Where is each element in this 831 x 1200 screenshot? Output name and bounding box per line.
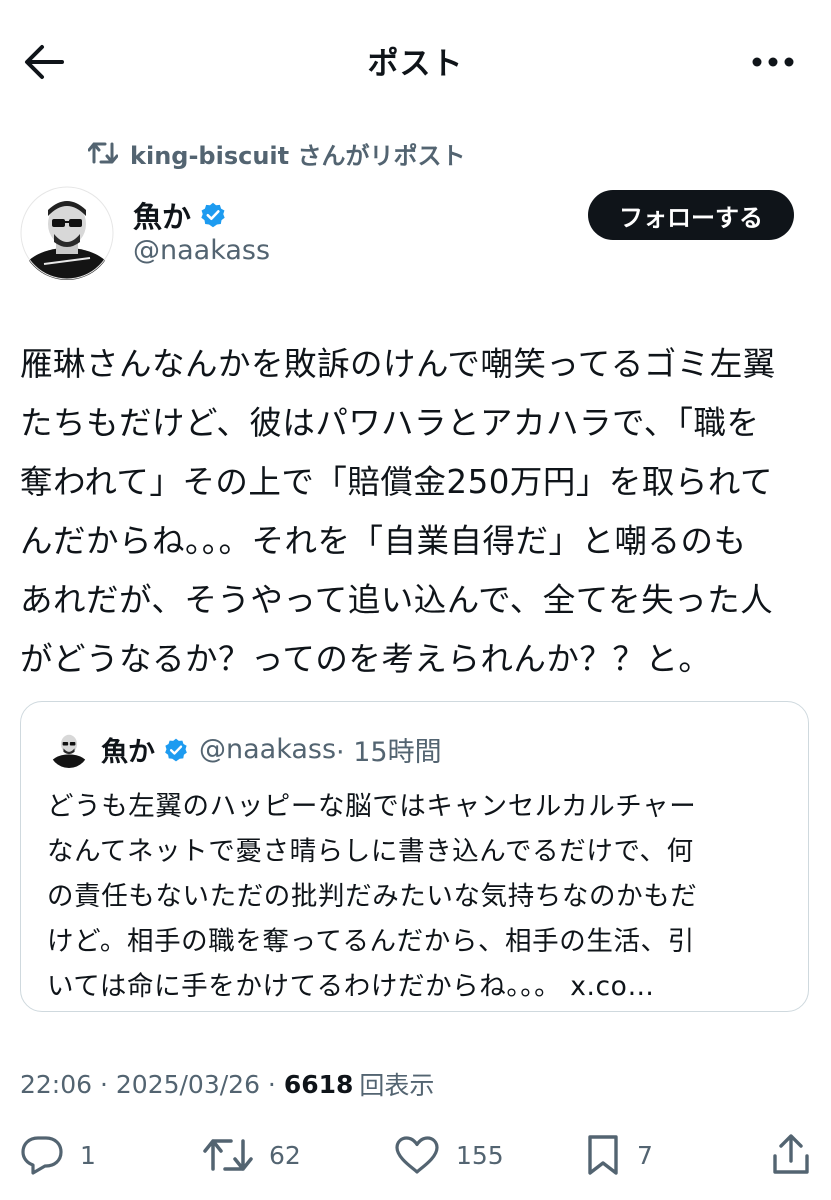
follow-button[interactable]: フォローする bbox=[588, 190, 794, 240]
more-icon bbox=[752, 57, 794, 67]
page-title: ポスト bbox=[367, 46, 464, 82]
quote-header: 魚か @naakass · 15時間 bbox=[101, 730, 442, 769]
views-label: 回表示 bbox=[359, 1071, 435, 1100]
meta-separator: · bbox=[259, 1069, 284, 1099]
repost-button[interactable]: 62 bbox=[203, 1132, 301, 1178]
verified-icon bbox=[201, 202, 225, 228]
bookmark-button[interactable]: 7 bbox=[585, 1132, 653, 1178]
repost-text: king-biscuit さんがリポスト bbox=[130, 141, 466, 170]
author-handle[interactable]: @naakass bbox=[133, 235, 270, 266]
tweet-text: 雁琳さんなんかを敗訴のけんで嘲笑ってるゴミ左翼 たちもだけど、彼はパワハラとアカ… bbox=[20, 345, 776, 678]
like-count: 155 bbox=[456, 1140, 504, 1170]
like-icon bbox=[395, 1136, 439, 1174]
like-button[interactable]: 155 bbox=[394, 1132, 504, 1178]
views-count[interactable]: 6618 bbox=[284, 1070, 354, 1099]
share-button[interactable] bbox=[772, 1132, 826, 1178]
quote-avatar-image bbox=[49, 728, 89, 768]
quote-text: どうも左翼のハッピーな脳ではキャンセルカルチャー なんてネットで憂さ晴らしに書き… bbox=[47, 791, 698, 1002]
reply-count: 1 bbox=[80, 1140, 96, 1170]
tweet-time[interactable]: 22:06 bbox=[20, 1070, 92, 1099]
repost-count: 62 bbox=[269, 1140, 301, 1170]
meta-separator: · bbox=[92, 1069, 116, 1099]
reply-button[interactable]: 1 bbox=[20, 1132, 96, 1178]
repost-icon bbox=[203, 1139, 253, 1171]
quote-author-handle: @naakass bbox=[199, 734, 337, 765]
bookmark-count: 7 bbox=[637, 1140, 653, 1170]
tweet-meta: 22:06 · 2025/03/26 · 6618 回表示 bbox=[20, 1066, 434, 1102]
repost-icon bbox=[88, 142, 118, 164]
avatar-image bbox=[20, 186, 114, 280]
quote-time: · 15時間 bbox=[336, 737, 442, 768]
repost-indicator[interactable]: king-biscuit さんがリポスト bbox=[88, 135, 465, 171]
author-name-row[interactable]: 魚か bbox=[133, 194, 227, 236]
tweet-date[interactable]: 2025/03/26 bbox=[116, 1070, 260, 1099]
quote-author-name: 魚か bbox=[101, 737, 155, 768]
reply-icon bbox=[21, 1136, 63, 1175]
author-name[interactable]: 魚か bbox=[133, 194, 191, 236]
share-icon bbox=[773, 1134, 809, 1174]
avatar[interactable] bbox=[20, 186, 114, 280]
more-button[interactable] bbox=[748, 44, 798, 80]
quoted-tweet[interactable]: 魚か @naakass · 15時間 どうも左翼のハッピーな脳ではキャンセルカル… bbox=[20, 701, 809, 1012]
quote-verified-icon bbox=[165, 738, 187, 761]
quote-avatar bbox=[49, 728, 89, 768]
bookmark-icon bbox=[588, 1135, 618, 1175]
